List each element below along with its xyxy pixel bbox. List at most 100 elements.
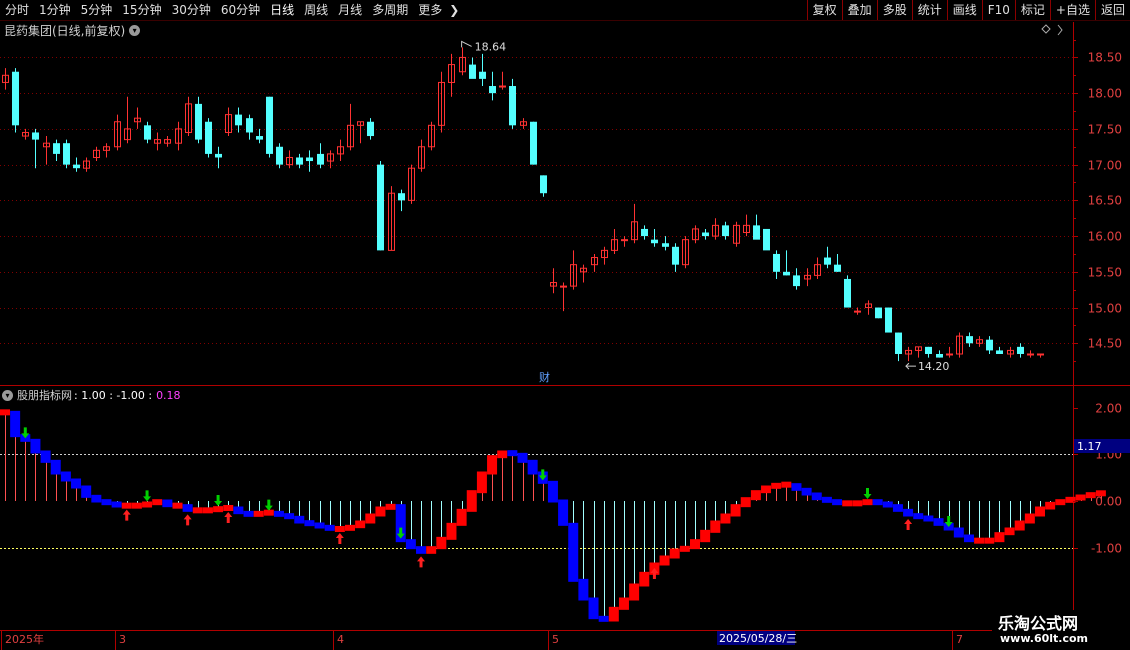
candle-body-down [936,353,943,358]
date-axis: 2025年 3 4 5 7 2025/05/28/三 [1,630,963,650]
candle-body-down [12,71,19,126]
arrow-up-icon [183,514,192,526]
indicator-last-value: 0.18 [156,388,181,402]
candle-body-up [560,285,567,288]
financial-report-marker: 财 [539,370,550,384]
indicator-block-up [142,501,153,508]
indicator-block-down [233,506,244,515]
arrow-up-icon [335,533,344,544]
indicator-block-up [223,505,234,511]
chevron-right-icon [1057,24,1063,36]
indicator-block-up [862,499,873,506]
candle-body-down [215,153,222,158]
indicator-block-up [334,526,345,532]
arrow-down-icon [863,488,872,499]
indicator-block-up [152,499,163,506]
indicator-block-down [507,450,518,457]
indicator-series [0,409,1106,622]
indicator-block-up [131,502,142,509]
indicator-tick-label: -1.00 [1091,542,1122,556]
indicator-block-up [202,507,213,514]
indicator-block-down [91,494,102,503]
candle-body-down [793,275,800,287]
price-axis: 18.50 18.00 17.50 17.00 16.50 16.00 15.50 15.00… [1073,40,1122,362]
indicator-block-down [933,518,944,526]
indicator-block-down [598,615,609,622]
indicator-block-up [1014,520,1025,531]
main-chart-title-bar: 昆药集团(日线,前复权) ▾ [4,22,141,39]
candle-body-down [367,121,374,137]
candle-body-down [651,239,658,244]
indicator-block-down [81,485,92,498]
price-tick-label: 16.50 [1088,194,1122,208]
indicator-block-up [618,597,629,610]
candle-body-up [854,310,861,313]
arrow-up-icon [224,512,233,523]
price-tick-label: 16.00 [1088,230,1122,244]
indicator-block-down [791,483,802,491]
chart-frame [0,22,1130,631]
indicator-block-up [740,497,751,508]
indicator-block-down [162,499,173,508]
candle-body-down [844,278,851,308]
candle-body-down [702,232,709,237]
candle-body-down [824,257,831,265]
indicator-block-up [456,508,467,526]
indicator-block-down [60,471,71,482]
price-tick-label: 18.50 [1088,51,1122,65]
chevron-down-icon[interactable]: ▾ [2,389,13,401]
candle-body-up [1037,353,1044,356]
date-label: 4 [337,633,344,646]
arrow-up-icon [904,519,913,530]
indicator-block-up [639,571,650,587]
indicator-block-up [761,485,772,494]
candle-body-down [317,153,324,165]
price-tick-label: 14.50 [1088,337,1122,351]
indicator-block-down [273,510,284,517]
indicator-block-down [801,487,812,496]
indicator-block-up [710,520,721,533]
indicator-block-down [882,501,893,508]
indicator-block-down [588,597,599,620]
indicator-block-up [466,490,477,512]
candle-body-down [73,164,80,169]
date-cursor-label: 2025/05/28/三 [719,632,797,645]
candle-body-down [641,228,648,237]
indicator-block-up [669,548,680,559]
indicator-block-up [436,536,447,550]
candle-body-down [895,332,902,354]
chart-canvas[interactable]: 18.50 18.00 17.50 17.00 16.50 16.00 15.50 15.00… [0,0,1130,650]
arrow-down-icon [264,499,273,511]
indicator-block-up [1045,501,1056,510]
indicator-block-down [30,438,41,454]
indicator-block-up [852,500,863,507]
candle-body-down [266,96,273,154]
indicator-block-down [111,501,122,508]
indicator-block-down [294,515,305,524]
high-price-label: 18.64 [475,40,507,53]
indicator-block-up [984,537,995,544]
candle-body-down [763,228,770,251]
indicator-block-up [375,506,386,517]
indicator-title-bar: ▾ 股朋指标网 : 1.00 : -1.00 : 0.18 [2,387,181,403]
candle-body-up [1027,353,1034,356]
date-label: 3 [119,633,126,646]
indicator-block-down [324,524,335,531]
indicator-block-up [0,409,10,416]
indicator-block-up [1075,494,1086,501]
chevron-down-icon[interactable]: ▾ [129,25,141,36]
indicator-block-down [50,459,61,475]
brand-name: 乐淘公式网 [998,614,1079,633]
price-tick-label: 17.00 [1088,159,1122,173]
diamond-icon [1041,24,1051,34]
indicator-block-up [426,546,437,554]
indicator-block-up [172,502,183,509]
indicator-block-up [1055,499,1066,506]
indicator-block-up [253,510,264,517]
candle-body-up [621,239,628,242]
indicator-block-down [923,515,934,522]
date-label: 7 [956,633,963,646]
indicator-block-down [517,452,528,463]
indicator-block-down [558,499,569,526]
indicator-block-down [405,539,416,550]
